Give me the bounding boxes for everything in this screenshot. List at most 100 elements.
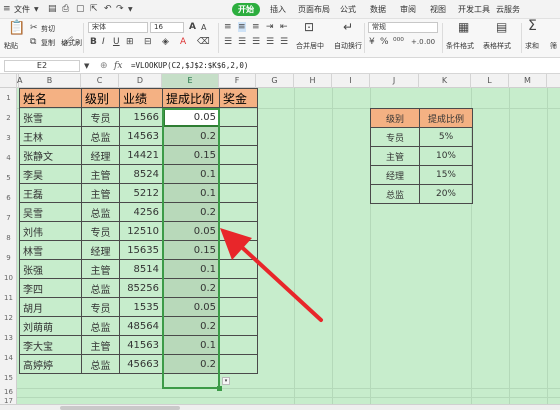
align-middle-icon[interactable]: ≡ — [238, 22, 246, 32]
cell-performance[interactable]: 1566 — [119, 107, 163, 127]
cell-bonus[interactable] — [219, 183, 258, 203]
clear-format-icon[interactable]: ⌫ — [197, 37, 210, 47]
tab-cloud[interactable]: 云服务 — [496, 4, 520, 15]
cell-performance[interactable]: 48564 — [119, 316, 163, 336]
sum-icon[interactable]: Σ — [528, 19, 537, 33]
row-header[interactable]: 6 — [0, 188, 17, 208]
row-header[interactable]: 2 — [0, 108, 17, 128]
print-preview-icon[interactable]: ▢ — [76, 4, 85, 14]
ref-cell-rate[interactable]: 15% — [419, 165, 473, 185]
cell-level[interactable]: 主管 — [81, 164, 120, 184]
copy-icon[interactable]: ⧉ — [30, 37, 36, 47]
cell-level[interactable]: 总监 — [81, 354, 120, 374]
new-file-icon[interactable]: ▤ — [48, 4, 57, 14]
cell-rate[interactable]: 0.15 — [162, 240, 220, 260]
header-performance[interactable]: 业绩 — [119, 88, 163, 108]
format-painter-button[interactable]: 格式刷 — [61, 38, 82, 48]
column-header-b[interactable]: B — [19, 74, 81, 88]
cell-performance[interactable]: 85256 — [119, 278, 163, 298]
chevron-down-icon[interactable]: ▼ — [128, 5, 133, 15]
cell-level[interactable]: 经理 — [81, 145, 120, 165]
tab-view[interactable]: 视图 — [430, 4, 446, 15]
fill-color-icon[interactable]: ⊟ — [144, 37, 152, 47]
column-header-d[interactable]: D — [119, 74, 162, 88]
conditional-format-button[interactable]: 条件格式 — [446, 41, 474, 51]
cell-name[interactable]: 张静文 — [19, 145, 82, 165]
cell-bonus[interactable] — [219, 354, 258, 374]
cell-name[interactable]: 刘萌萌 — [19, 316, 82, 336]
cell-level[interactable]: 主管 — [81, 183, 120, 203]
cell-performance[interactable]: 4256 — [119, 202, 163, 222]
column-header-m[interactable]: M — [509, 74, 547, 88]
cell-performance[interactable]: 15635 — [119, 240, 163, 260]
copy-button[interactable]: 复制 — [41, 38, 55, 48]
cell-performance[interactable]: 5212 — [119, 183, 163, 203]
ref-cell-level[interactable]: 主管 — [370, 146, 420, 166]
cell-name[interactable]: 李四 — [19, 278, 82, 298]
distribute-icon[interactable]: ☰ — [280, 37, 288, 47]
file-menu[interactable]: 文件 — [14, 4, 30, 15]
fx-icon[interactable]: fx — [114, 61, 122, 71]
cell-name[interactable]: 林雪 — [19, 240, 82, 260]
increase-decimal-icon[interactable]: +.0 — [411, 37, 424, 47]
row-header[interactable]: 12 — [0, 308, 17, 328]
cell-rate[interactable]: 0.1 — [162, 259, 220, 279]
cell-level[interactable]: 主管 — [81, 259, 120, 279]
hamburger-icon[interactable]: ≡ — [3, 4, 11, 14]
decrease-font-icon[interactable]: A — [201, 23, 206, 33]
italic-icon[interactable]: I — [102, 37, 105, 47]
conditional-format-icon[interactable]: ▦ — [458, 21, 469, 33]
chevron-down-icon[interactable]: ▼ — [34, 5, 39, 15]
row-header[interactable]: 7 — [0, 208, 17, 228]
cell-level[interactable]: 专员 — [81, 297, 120, 317]
column-header-h[interactable]: H — [294, 74, 332, 88]
cell-name[interactable]: 胡月 — [19, 297, 82, 317]
currency-icon[interactable]: ¥ — [369, 37, 375, 47]
fill-handle[interactable] — [217, 386, 222, 391]
column-header-g[interactable]: G — [256, 74, 294, 88]
column-header-c[interactable]: C — [81, 74, 119, 88]
tab-review[interactable]: 审阅 — [400, 4, 416, 15]
ref-cell-rate[interactable]: 20% — [419, 184, 473, 204]
cell-name[interactable]: 高婷婷 — [19, 354, 82, 374]
ref-cell-level[interactable]: 经理 — [370, 165, 420, 185]
cell-performance[interactable]: 45663 — [119, 354, 163, 374]
cell-rate[interactable]: 0.2 — [162, 126, 220, 146]
justify-icon[interactable]: ☰ — [266, 37, 274, 47]
ref-cell-level[interactable]: 总监 — [370, 184, 420, 204]
row-header[interactable]: 13 — [0, 328, 17, 348]
number-format-select[interactable]: 常规 — [368, 22, 438, 33]
filter-button[interactable]: 筛 — [550, 41, 557, 51]
cell-rate[interactable]: 0.2 — [162, 278, 220, 298]
cell-rate[interactable]: 0.1 — [162, 335, 220, 355]
cut-icon[interactable]: ✂ — [30, 23, 38, 33]
cell-name[interactable]: 李大宝 — [19, 335, 82, 355]
cut-button[interactable]: 剪切 — [41, 24, 55, 34]
row-header[interactable]: 4 — [0, 148, 17, 168]
cell-level[interactable]: 专员 — [81, 221, 120, 241]
column-header-i[interactable]: I — [332, 74, 370, 88]
cell-bonus[interactable] — [219, 164, 258, 184]
chevron-down-icon[interactable]: ▼ — [84, 61, 89, 71]
merge-center-icon[interactable]: ⊡ — [304, 21, 314, 33]
cell-rate-active[interactable]: 0.05 — [162, 107, 220, 127]
cell-bonus[interactable] — [219, 107, 258, 127]
font-size-select[interactable]: 16 — [150, 22, 184, 33]
bold-icon[interactable]: B — [90, 37, 97, 47]
export-icon[interactable]: ⇱ — [90, 4, 98, 14]
cell-name[interactable]: 刘伟 — [19, 221, 82, 241]
cell-bonus[interactable] — [219, 335, 258, 355]
cell-rate[interactable]: 0.15 — [162, 145, 220, 165]
column-header-e[interactable]: E — [162, 74, 219, 88]
cell-level[interactable]: 总监 — [81, 316, 120, 336]
tab-page-layout[interactable]: 页面布局 — [298, 4, 330, 15]
paste-icon[interactable]: 📋 — [8, 21, 25, 35]
align-left-icon[interactable]: ☰ — [224, 37, 232, 47]
print-icon[interactable]: ⎙ — [62, 4, 69, 14]
row-header[interactable]: 10 — [0, 268, 17, 288]
font-color-icon[interactable]: A — [180, 37, 186, 47]
cell-rate[interactable]: 0.2 — [162, 354, 220, 374]
align-center-icon[interactable]: ☰ — [238, 37, 246, 47]
redo-icon[interactable]: ↷ — [116, 4, 124, 14]
row-header[interactable]: 1 — [0, 88, 17, 108]
